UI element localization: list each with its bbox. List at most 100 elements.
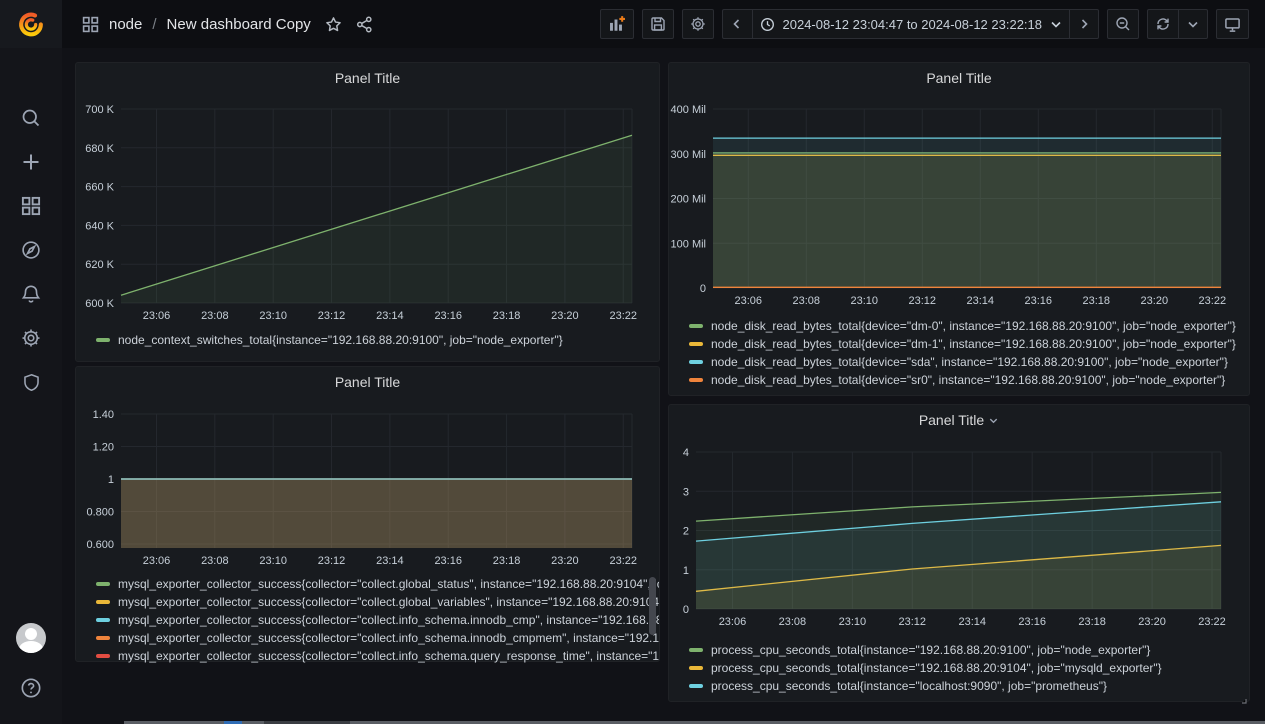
y-axis-label: 0.800	[86, 506, 114, 518]
x-axis-label: 23:14	[376, 555, 404, 567]
x-axis-label: 23:16	[434, 555, 462, 567]
x-axis-label: 23:06	[143, 555, 171, 567]
x-axis-label: 23:08	[201, 310, 229, 322]
legend-series-color	[96, 338, 110, 342]
legend-item[interactable]: process_cpu_seconds_total{instance="192.…	[689, 659, 1249, 677]
breadcrumb-folder[interactable]: node	[109, 16, 142, 33]
legend-item[interactable]: mysql_exporter_collector_success{collect…	[96, 629, 659, 647]
panel-title[interactable]: Panel Title	[669, 63, 1249, 93]
share-icon[interactable]	[356, 16, 373, 33]
timeseries-chart[interactable]: 4321023:0623:0823:1023:1223:1423:1623:18…	[669, 435, 1249, 639]
four-squares-icon	[21, 196, 41, 216]
x-axis-label: 23:22	[609, 555, 637, 567]
panel-resize-handle[interactable]	[1239, 691, 1247, 699]
kiosk-mode-button[interactable]	[1216, 9, 1249, 39]
x-axis-label: 23:16	[1025, 295, 1053, 307]
legend-series-color	[689, 324, 703, 328]
x-axis-label: 23:22	[1198, 616, 1226, 628]
y-axis-label: 0	[683, 604, 689, 616]
apps-grid-icon	[82, 16, 99, 33]
legend-item[interactable]: process_cpu_seconds_total{instance="loca…	[689, 677, 1249, 695]
sidebar-item-profile[interactable]	[0, 616, 62, 660]
legend-item[interactable]: node_disk_read_bytes_total{device="sr0",…	[689, 371, 1249, 389]
timeseries-chart[interactable]: 1.401.2010.8000.60023:0623:0823:1023:122…	[76, 397, 659, 573]
refresh-icon	[1155, 16, 1171, 32]
x-axis-label: 23:22	[1199, 295, 1227, 307]
x-axis-label: 23:18	[493, 310, 521, 322]
y-axis-label: 680 K	[85, 143, 114, 155]
x-axis-label: 23:20	[551, 555, 579, 567]
y-axis-label: 300 Mil	[671, 149, 706, 161]
sidebar-item-dashboards[interactable]	[0, 184, 62, 228]
refresh-button[interactable]	[1147, 9, 1178, 39]
search-icon	[21, 108, 41, 128]
sidebar-item-help[interactable]	[0, 666, 62, 710]
gear-icon	[690, 16, 706, 32]
panel-title[interactable]: Panel Title	[76, 367, 659, 397]
y-axis-label: 660 K	[85, 182, 114, 194]
legend-item[interactable]: node_context_switches_total{instance="19…	[96, 331, 659, 349]
legend-scrollbar[interactable]	[649, 577, 656, 635]
refresh-interval-button[interactable]	[1178, 9, 1208, 39]
x-axis-label: 23:12	[318, 310, 346, 322]
x-axis-label: 23:06	[735, 295, 763, 307]
panel-title-with-menu[interactable]: Panel Title	[669, 405, 1249, 435]
monitor-icon	[1224, 16, 1241, 33]
favorite-star-icon[interactable]	[325, 16, 342, 33]
save-dashboard-button[interactable]	[642, 9, 674, 39]
compass-icon	[21, 240, 41, 260]
sidebar-item-create[interactable]	[0, 140, 62, 184]
chevron-down-icon	[988, 415, 999, 426]
legend-series-color	[689, 378, 703, 382]
bar-chart-plus-icon	[608, 15, 626, 33]
legend-item[interactable]: node_disk_read_bytes_total{device="dm-1"…	[689, 335, 1249, 353]
panel-title[interactable]: Panel Title	[76, 63, 659, 93]
x-axis-label: 23:20	[1141, 295, 1169, 307]
x-axis-label: 23:08	[793, 295, 821, 307]
x-axis-label: 23:10	[259, 310, 287, 322]
time-range-picker[interactable]: 2024-08-12 23:04:47 to 2024-08-12 23:22:…	[752, 9, 1070, 39]
refresh-group	[1147, 9, 1208, 39]
sidebar-bottom-items	[0, 616, 62, 710]
top-navbar: node / New dashboard Copy	[0, 0, 1265, 48]
zoom-out-time-button[interactable]	[1107, 9, 1139, 39]
legend-series-color	[689, 684, 703, 688]
shield-icon	[22, 373, 41, 392]
x-axis-label: 23:16	[434, 310, 462, 322]
sidebar-item-configuration[interactable]	[0, 316, 62, 360]
x-axis-label: 23:06	[143, 310, 171, 322]
legend-item[interactable]: node_disk_read_bytes_total{device="dm-0"…	[689, 317, 1249, 335]
legend-series-color	[689, 648, 703, 652]
dashboard-settings-button[interactable]	[682, 9, 714, 39]
x-axis-label: 23:22	[609, 310, 637, 322]
legend-item[interactable]: node_disk_read_bytes_total{device="sda",…	[689, 353, 1249, 371]
legend-series-name: process_cpu_seconds_total{instance="192.…	[711, 661, 1162, 675]
legend-item[interactable]: mysql_exporter_collector_success{collect…	[96, 593, 659, 611]
sidebar-item-explore[interactable]	[0, 228, 62, 272]
sidebar-item-alerting[interactable]	[0, 272, 62, 316]
timeseries-chart[interactable]: 400 Mil300 Mil200 Mil100 Mil023:0623:082…	[669, 93, 1249, 315]
dashboard-title[interactable]: New dashboard Copy	[167, 16, 311, 33]
y-axis-label: 1.40	[93, 409, 114, 421]
y-axis-label: 1	[108, 474, 114, 486]
legend-item[interactable]: process_cpu_seconds_total{instance="192.…	[689, 641, 1249, 659]
legend-series-color	[689, 666, 703, 670]
legend-item[interactable]: mysql_exporter_collector_success{collect…	[96, 575, 659, 593]
legend-series-name: node_disk_read_bytes_total{device="sr0",…	[711, 373, 1225, 387]
x-axis-label: 23:12	[909, 295, 937, 307]
timeseries-chart[interactable]: 700 K680 K660 K640 K620 K600 K23:0623:08…	[76, 93, 659, 329]
y-axis-label: 100 Mil	[671, 238, 706, 250]
legend-item[interactable]: mysql_exporter_collector_success{collect…	[96, 647, 659, 663]
sidebar-item-search[interactable]	[0, 96, 62, 140]
sidebar-item-server-admin[interactable]	[0, 360, 62, 404]
legend-item[interactable]: mysql_exporter_collector_success{collect…	[96, 611, 659, 629]
clock-icon	[760, 17, 775, 32]
legend-series-name: process_cpu_seconds_total{instance="192.…	[711, 643, 1150, 657]
time-shift-forward-button[interactable]	[1069, 9, 1099, 39]
y-axis-label: 200 Mil	[671, 194, 706, 206]
add-panel-button[interactable]	[600, 9, 634, 39]
chevron-down-icon	[1187, 18, 1199, 30]
y-axis-label: 600 K	[85, 298, 114, 310]
grafana-logo[interactable]	[0, 0, 62, 48]
time-shift-back-button[interactable]	[722, 9, 752, 39]
